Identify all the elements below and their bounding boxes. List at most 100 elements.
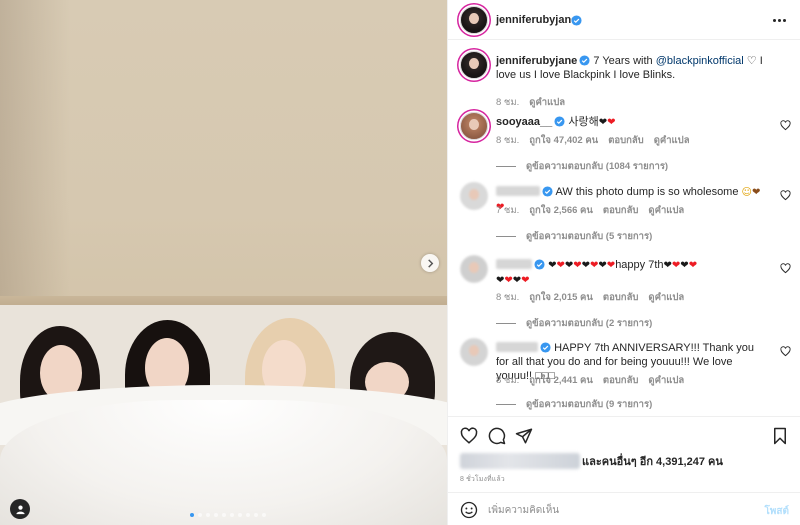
comment-translate-link[interactable]: ดูคำแปล: [654, 133, 690, 148]
post-photo[interactable]: [0, 0, 447, 525]
carousel-next-button[interactable]: [421, 254, 439, 272]
comment-time[interactable]: 8 ชม.: [496, 133, 519, 148]
view-replies-label[interactable]: ดูข้อความตอบกลับ (2 รายการ): [526, 316, 652, 331]
comment-username-blurred[interactable]: [496, 186, 540, 196]
caption-time[interactable]: 8 ชม.: [496, 95, 519, 110]
replies-line: [496, 166, 516, 167]
comment-avatar[interactable]: [460, 182, 488, 210]
comment-like-heart-icon[interactable]: [780, 346, 791, 357]
post-comment-button[interactable]: โพสต์: [764, 504, 789, 519]
comment-meta: 8 ชม. ถูกใจ 2,015 คน ตอบกลับ ดูคำแปล: [496, 290, 684, 305]
comment-username-blurred[interactable]: [496, 259, 532, 269]
bookmark-icon[interactable]: [771, 427, 789, 445]
paper-plane-icon[interactable]: [515, 427, 533, 445]
comment-username-blurred[interactable]: [496, 342, 538, 352]
emoji-heart: ❤: [680, 260, 689, 271]
comment-text: sooyaaa__ 사랑해❤❤: [496, 115, 764, 130]
caption-avatar[interactable]: [460, 51, 488, 79]
comment-likes[interactable]: ถูกใจ 2,015 คน: [529, 290, 593, 305]
comment-body: 사랑해: [568, 116, 599, 128]
caption-text-before: 7 Years with: [593, 55, 656, 67]
comment-like-heart-icon[interactable]: [780, 263, 791, 274]
author-avatar[interactable]: [460, 6, 488, 34]
comment-emoji-row: ❤❤❤❤❤❤❤❤: [548, 259, 615, 271]
comment-avatar[interactable]: [460, 338, 488, 366]
ellipsis-dot: [777, 18, 781, 22]
caption-mention-link[interactable]: @blackpinkofficial: [656, 55, 744, 67]
verified-badge-icon: [542, 186, 553, 197]
carousel-dot: [262, 513, 266, 517]
replies-line: [496, 404, 516, 405]
emoji-heart: ❤: [663, 260, 672, 271]
comment-reply-button[interactable]: ตอบกลับ: [603, 290, 639, 305]
caption-translate-link[interactable]: ดูคำแปล: [529, 95, 565, 110]
emoji-heart: ❤: [688, 260, 698, 271]
comment-username[interactable]: sooyaaa__: [496, 116, 552, 128]
emoji-heart: ❤: [521, 275, 530, 286]
likes-summary[interactable]: และคนอื่นๆ อีก 4,391,247 คน: [460, 452, 723, 470]
more-options-button[interactable]: [771, 12, 787, 28]
view-replies-button[interactable]: ดูข้อความตอบกลับ (9 รายการ): [496, 397, 652, 412]
view-replies-label[interactable]: ดูข้อความตอบกลับ (1084 รายการ): [526, 159, 668, 174]
verified-badge-icon: [534, 259, 545, 270]
add-comment-bar: โพสต์: [448, 492, 800, 525]
comment-reply-button[interactable]: ตอบกลับ: [603, 203, 639, 218]
carousel-dot: [246, 513, 250, 517]
emoji-smile: ☺: [741, 187, 752, 198]
comment-time[interactable]: 8 ชม.: [496, 373, 519, 388]
carousel-dot: [206, 513, 210, 517]
caption-username[interactable]: jenniferubyjane: [496, 55, 577, 67]
comment-translate-link[interactable]: ดูคำแปล: [648, 373, 684, 388]
view-replies-label[interactable]: ดูข้อความตอบกลับ (9 รายการ): [526, 397, 652, 412]
comment-meta: 8 ชม. ถูกใจ 47,402 คน ตอบกลับ ดูคำแปล: [496, 133, 690, 148]
comment-likes[interactable]: ถูกใจ 47,402 คน: [529, 133, 598, 148]
comment-reply-button[interactable]: ตอบกลับ: [608, 133, 644, 148]
comment-likes[interactable]: ถูกใจ 2,566 คน: [529, 203, 593, 218]
smiley-icon[interactable]: [460, 501, 478, 519]
caption-meta: 8 ชม. ดูคำแปล: [496, 95, 565, 110]
comment-likes[interactable]: ถูกใจ 2,441 คน: [529, 373, 593, 388]
emoji-heart: ❤: [573, 260, 582, 271]
comment-translate-link[interactable]: ดูคำแปล: [648, 290, 684, 305]
comment-avatar[interactable]: [460, 255, 488, 283]
ellipsis-dot: [782, 18, 786, 22]
comment-like-heart-icon[interactable]: [780, 190, 791, 201]
chevron-right-icon: [427, 258, 433, 268]
comment-like-heart-icon[interactable]: [780, 120, 791, 131]
emoji-heart: ❤: [556, 260, 565, 271]
emoji-red-heart: ❤: [607, 117, 616, 128]
comment-time[interactable]: 8 ชม.: [496, 290, 519, 305]
view-replies-label[interactable]: ดูข้อความตอบกลับ (5 รายการ): [526, 229, 652, 244]
verified-badge-icon: [571, 15, 582, 26]
post-time-ago[interactable]: 8 ชั่วโมงที่แล้ว: [460, 474, 505, 485]
comment-text: ❤❤❤❤❤❤❤❤happy 7th❤❤❤❤ ❤❤❤❤: [496, 258, 764, 288]
photo-blanket: [0, 400, 447, 525]
comment-body: AW this photo dump is so wholesome: [555, 186, 739, 198]
verified-badge-icon: [540, 342, 551, 353]
comment-avatar[interactable]: [460, 112, 488, 140]
author-username[interactable]: jenniferubyjane: [496, 14, 577, 26]
carousel-indicator: [190, 513, 266, 517]
view-replies-button[interactable]: ดูข้อความตอบกลับ (2 รายการ): [496, 316, 652, 331]
carousel-dot: [254, 513, 258, 517]
likes-count-text[interactable]: และคนอื่นๆ อีก 4,391,247 คน: [582, 452, 723, 470]
comment-input[interactable]: [488, 502, 738, 518]
heart-outline-icon[interactable]: [460, 427, 478, 445]
emoji-black-heart: ❤: [598, 117, 608, 128]
speech-bubble-icon[interactable]: [488, 427, 506, 445]
carousel-dot: [222, 513, 226, 517]
view-replies-button[interactable]: ดูข้อความตอบกลับ (1084 รายการ): [496, 159, 668, 174]
post-actions-bar: [448, 416, 800, 452]
view-replies-button[interactable]: ดูข้อความตอบกลับ (5 รายการ): [496, 229, 652, 244]
emoji-heart: ❤: [504, 275, 513, 286]
caption-text: jenniferubyjane 7 Years with @blackpinko…: [496, 54, 764, 82]
emoji-heart: ❤: [512, 275, 522, 286]
comment-time[interactable]: 7 ชม.: [496, 203, 519, 218]
emoji-heart: ❤: [598, 260, 607, 271]
tagged-users-button[interactable]: [10, 499, 30, 519]
comment-translate-link[interactable]: ดูคำแปล: [648, 203, 684, 218]
comments-list[interactable]: jenniferubyjane 7 Years with @blackpinko…: [448, 40, 800, 416]
carousel-dot: [230, 513, 234, 517]
comment-reply-button[interactable]: ตอบกลับ: [603, 373, 639, 388]
carousel-dot: [198, 513, 202, 517]
